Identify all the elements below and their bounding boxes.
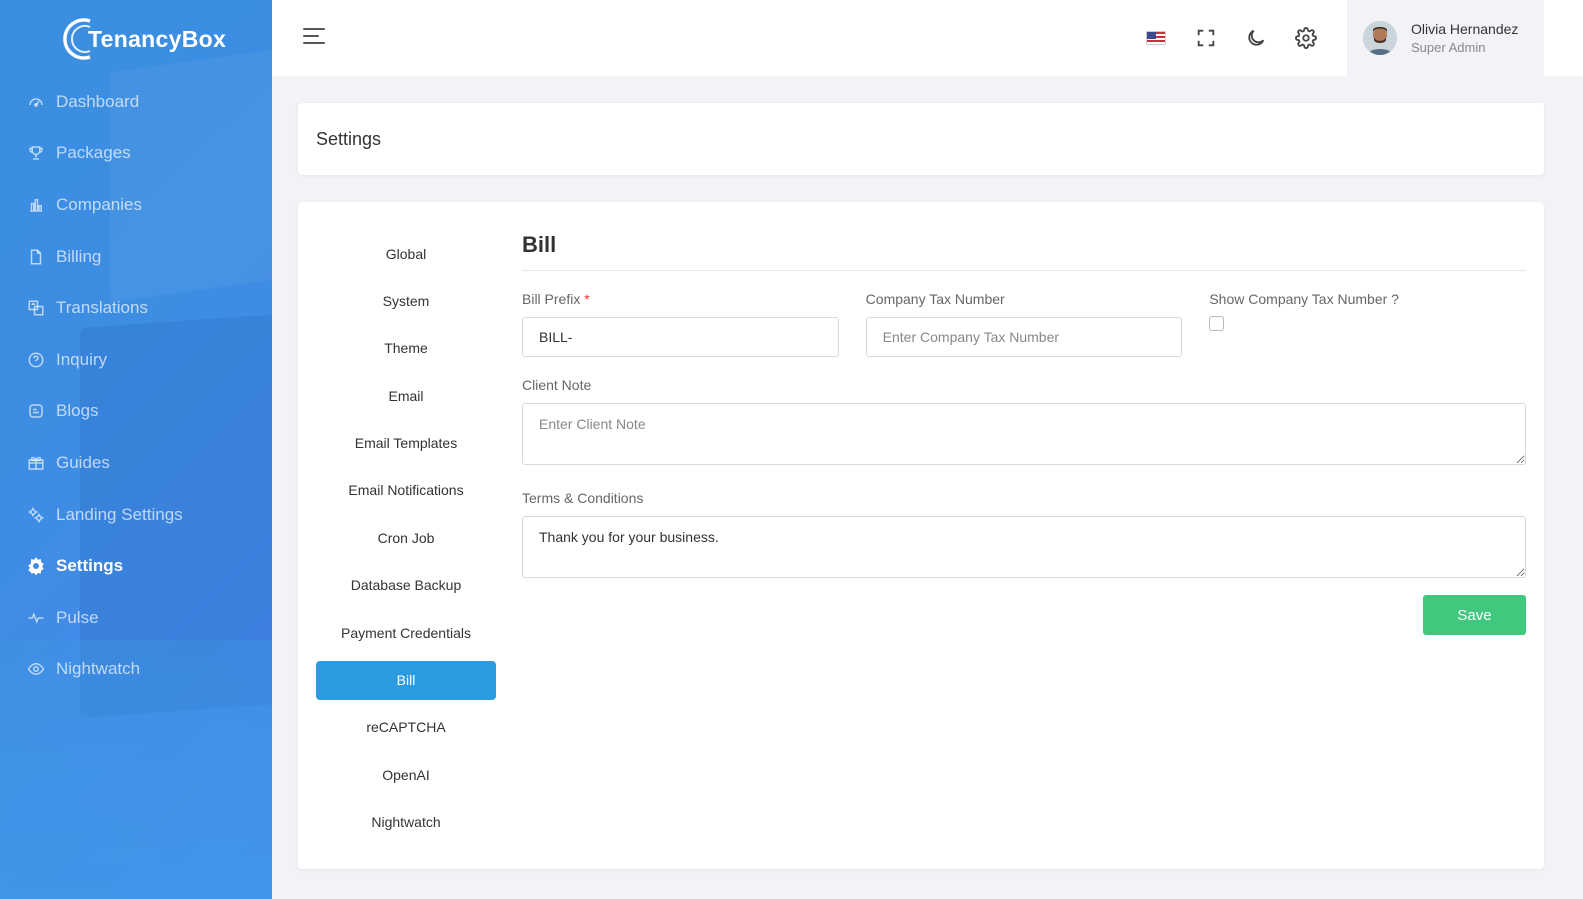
top-header: Olivia Hernandez Super Admin	[272, 0, 1583, 76]
user-role: Super Admin	[1411, 40, 1486, 55]
settings-card: Global System Theme Email Email Template…	[298, 202, 1544, 869]
sidebar-item-label: Settings	[56, 556, 124, 576]
sidebar-item-translations[interactable]: Translations	[0, 282, 272, 334]
terms-label: Terms & Conditions	[522, 490, 644, 506]
eye-icon	[26, 659, 46, 679]
user-name: Olivia Hernandez	[1411, 21, 1519, 37]
sidebar-item-label: Blogs	[56, 401, 99, 421]
gift-icon	[26, 453, 46, 473]
tab-cron-job[interactable]: Cron Job	[316, 518, 496, 557]
sidebar-item-label: Companies	[56, 194, 142, 214]
tab-theme[interactable]: Theme	[316, 329, 496, 368]
sidebar-item-label: Guides	[56, 452, 110, 472]
bill-fields-row: Bill Prefix * Company Tax Number Show Co…	[522, 291, 1526, 357]
bar-chart-icon	[26, 195, 46, 215]
tab-global[interactable]: Global	[316, 234, 496, 273]
settings-tabs: Global System Theme Email Email Template…	[316, 234, 496, 850]
pulse-icon	[26, 608, 46, 628]
gear-icon	[26, 556, 46, 576]
sidebar-item-label: Translations	[56, 298, 148, 318]
sidebar-item-label: Inquiry	[56, 349, 108, 369]
cogs-icon	[26, 505, 46, 525]
file-icon	[26, 247, 46, 267]
fullscreen-icon[interactable]	[1192, 24, 1220, 52]
sidebar-item-label: Dashboard	[56, 91, 140, 111]
required-mark: *	[584, 291, 590, 307]
app-logo[interactable]: TenancyBox	[60, 14, 226, 64]
sidebar-item-companies[interactable]: Companies	[0, 179, 272, 231]
terms-group: Terms & Conditions Thank you for your bu…	[522, 490, 1526, 583]
tab-recaptcha[interactable]: reCAPTCHA	[316, 708, 496, 747]
show-tax-number-label: Show Company Tax Number ?	[1209, 291, 1399, 307]
bill-prefix-label: Bill Prefix *	[522, 291, 590, 307]
sidebar-item-guides[interactable]: Guides	[0, 437, 272, 489]
question-icon	[26, 350, 46, 370]
sidebar-item-label: Nightwatch	[56, 659, 141, 679]
page-title-card: Settings	[298, 103, 1544, 175]
sidebar-item-label: Packages	[56, 143, 131, 163]
tab-openai[interactable]: OpenAI	[316, 755, 496, 794]
sidebar-item-inquiry[interactable]: Inquiry	[0, 334, 272, 386]
dashboard-icon	[26, 92, 46, 112]
sidebar-item-nightwatch[interactable]: Nightwatch	[0, 644, 272, 696]
trophy-icon	[26, 143, 46, 163]
client-note-textarea[interactable]	[522, 403, 1526, 465]
dark-mode-icon[interactable]	[1242, 24, 1270, 52]
sidebar-item-dashboard[interactable]: Dashboard	[0, 76, 272, 128]
tab-database-backup[interactable]: Database Backup	[316, 566, 496, 605]
bill-settings-pane: Bill Bill Prefix * Company Tax Number Sh…	[522, 232, 1526, 635]
save-button[interactable]: Save	[1423, 595, 1526, 635]
page-title: Settings	[316, 128, 382, 149]
blog-icon	[26, 401, 46, 421]
sidebar-item-packages[interactable]: Packages	[0, 128, 272, 180]
us-flag-icon[interactable]	[1146, 31, 1166, 45]
tab-email[interactable]: Email	[316, 376, 496, 415]
sidebar-item-landing-settings[interactable]: Landing Settings	[0, 489, 272, 541]
company-tax-number-input[interactable]	[865, 317, 1183, 357]
settings-gear-icon[interactable]	[1292, 24, 1320, 52]
tab-bill[interactable]: Bill	[316, 660, 496, 700]
bill-prefix-input[interactable]	[522, 317, 839, 357]
sidebar-item-blogs[interactable]: Blogs	[0, 386, 272, 438]
client-note-group: Client Note	[522, 377, 1526, 470]
tab-nightwatch[interactable]: Nightwatch	[316, 803, 496, 842]
tab-email-notifications[interactable]: Email Notifications	[316, 471, 496, 510]
sidebar-item-settings[interactable]: Settings	[0, 540, 272, 592]
sidebar-item-label: Pulse	[56, 607, 99, 627]
app-name: TenancyBox	[88, 25, 227, 52]
translate-icon	[26, 298, 46, 318]
tab-email-templates[interactable]: Email Templates	[316, 424, 496, 463]
sidebar-nav: Dashboard Packages Companies Billing Tra…	[0, 76, 272, 695]
company-tax-number-label: Company Tax Number	[865, 291, 1005, 307]
menu-toggle-icon[interactable]	[303, 28, 327, 48]
show-tax-number-checkbox[interactable]	[1209, 316, 1225, 331]
sidebar: TenancyBox Dashboard Packages Companies …	[0, 0, 272, 899]
sidebar-item-label: Landing Settings	[56, 504, 183, 524]
tab-payment-credentials[interactable]: Payment Credentials	[316, 613, 496, 652]
tab-system[interactable]: System	[316, 281, 496, 320]
logo-icon	[60, 15, 104, 63]
terms-textarea[interactable]: Thank you for your business.	[522, 516, 1526, 578]
user-menu[interactable]: Olivia Hernandez Super Admin	[1347, 0, 1544, 76]
sidebar-item-pulse[interactable]: Pulse	[0, 592, 272, 644]
sidebar-item-label: Billing	[56, 246, 102, 266]
sidebar-item-billing[interactable]: Billing	[0, 231, 272, 283]
client-note-label: Client Note	[522, 377, 592, 393]
avatar	[1363, 21, 1397, 55]
section-heading: Bill	[522, 232, 1526, 271]
